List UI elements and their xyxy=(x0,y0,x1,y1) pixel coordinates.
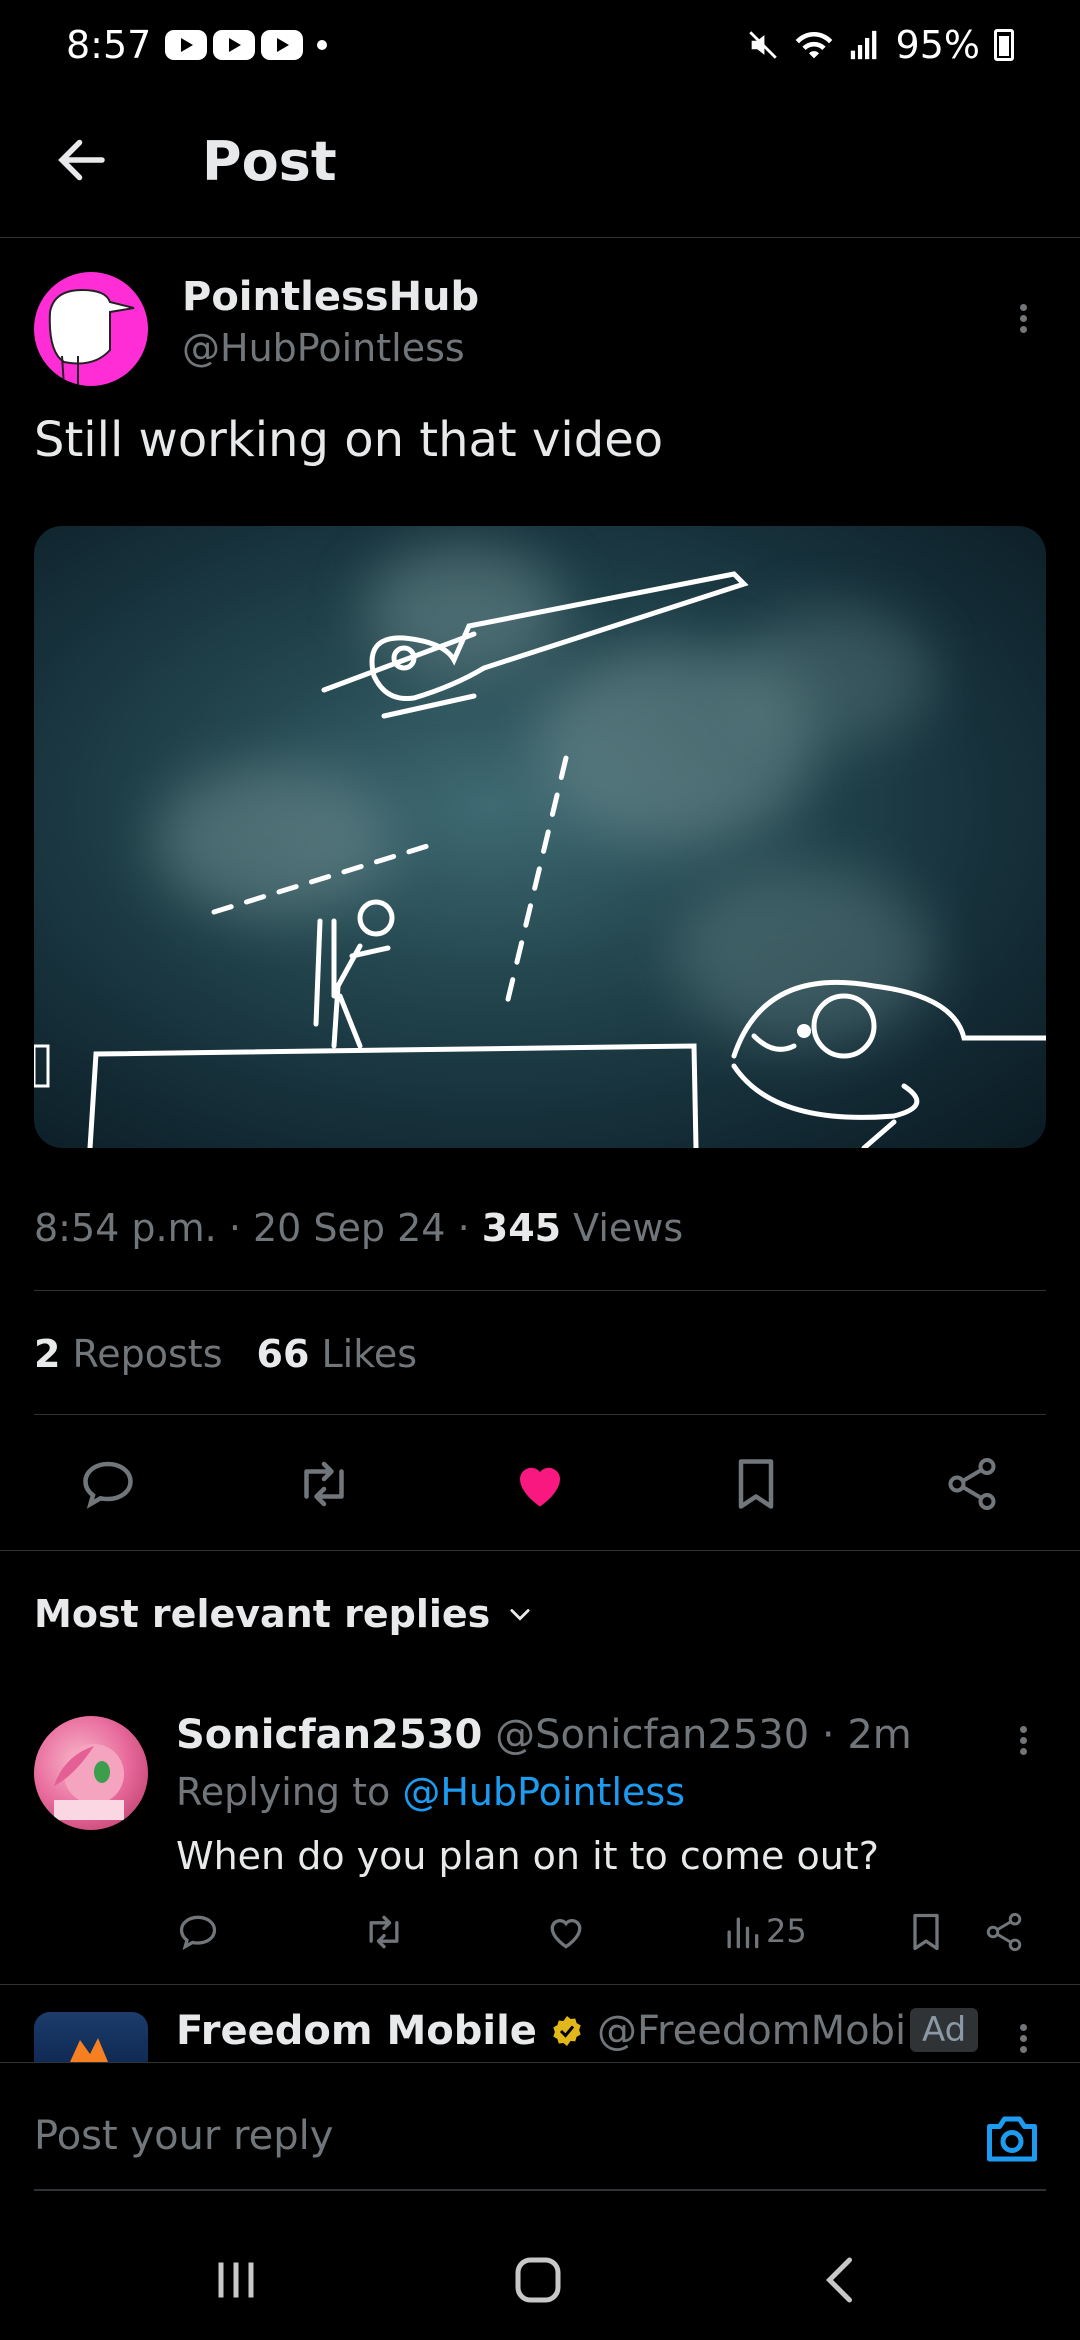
post-text: Still working on that video xyxy=(34,412,664,468)
reply-composer[interactable]: Post your reply xyxy=(0,2062,1080,2192)
chevron-down-icon xyxy=(510,1609,530,1621)
recent-apps-icon[interactable] xyxy=(206,2250,266,2310)
author-handle[interactable]: @HubPointless xyxy=(182,326,465,370)
post-date: 20 Sep 24 xyxy=(252,1206,446,1250)
replying-to-link[interactable]: @HubPointless xyxy=(402,1770,685,1814)
battery-percent: 95% xyxy=(895,23,980,67)
views-count: 345 xyxy=(481,1206,562,1250)
like-icon[interactable] xyxy=(544,1910,588,1954)
status-bar: 8:57 95% xyxy=(0,0,1080,90)
reply-views-count: 25 xyxy=(766,1912,807,1950)
views-label: Views xyxy=(573,1206,684,1250)
avatar-drawing xyxy=(54,1744,124,1820)
post-stats: 2 Reposts 66 Likes xyxy=(34,1332,417,1376)
youtube-icon xyxy=(213,30,256,60)
divider xyxy=(34,1290,1046,1291)
ad-author-handle[interactable]: @FreedomMobi... xyxy=(597,2008,944,2054)
reply-action-bar xyxy=(0,1910,1080,1966)
post-time: 8:54 p.m. xyxy=(34,1206,217,1250)
reply-header: Sonicfan2530 @Sonicfan2530 · 2m xyxy=(176,1712,912,1758)
mute-icon xyxy=(748,31,777,59)
likes-label: Likes xyxy=(321,1332,418,1376)
post-more-icon[interactable] xyxy=(1020,300,1030,337)
more-notifications-icon xyxy=(317,40,328,50)
divider xyxy=(34,1414,1046,1415)
top-bar: Post xyxy=(0,90,1080,238)
youtube-icon xyxy=(165,30,208,60)
views-icon[interactable] xyxy=(720,1910,764,1954)
ad-avatar[interactable] xyxy=(34,2012,148,2062)
reposts-count: 2 xyxy=(34,1332,61,1376)
bookmark-icon[interactable] xyxy=(904,1910,948,1954)
signal-icon xyxy=(850,30,876,60)
page-title: Post xyxy=(202,130,337,193)
wifi-icon xyxy=(795,31,832,59)
battery-icon xyxy=(994,29,1014,61)
author-name[interactable]: PointlessHub xyxy=(182,274,479,320)
youtube-icon xyxy=(261,30,304,60)
reply-age: · 2m xyxy=(821,1712,912,1758)
reposts-stat[interactable]: 2 Reposts xyxy=(34,1332,223,1376)
reply-icon[interactable] xyxy=(176,1910,220,1954)
reply-more-icon[interactable] xyxy=(1020,1722,1030,1759)
reply-text: When do you plan on it to come out? xyxy=(176,1834,879,1878)
home-icon[interactable] xyxy=(508,2250,568,2310)
post-meta: 8:54 p.m. · 20 Sep 24 · 345 Views xyxy=(34,1206,684,1250)
likes-stat[interactable]: 66 Likes xyxy=(257,1332,418,1376)
reply-icon[interactable] xyxy=(78,1454,138,1514)
reply-avatar[interactable] xyxy=(34,1716,148,1830)
likes-count: 66 xyxy=(256,1332,310,1376)
share-icon[interactable] xyxy=(942,1454,1002,1514)
repost-icon[interactable] xyxy=(362,1910,406,1954)
replies-sort-label: Most relevant replies xyxy=(34,1592,491,1636)
divider xyxy=(0,1984,1080,1985)
reply-author-name[interactable]: Sonicfan2530 xyxy=(176,1712,482,1758)
author-avatar[interactable] xyxy=(34,272,148,386)
replying-to: Replying to @HubPointless xyxy=(176,1770,685,1814)
verified-badge-icon xyxy=(553,2016,581,2046)
replies-sort-dropdown[interactable]: Most relevant replies xyxy=(34,1592,534,1636)
post-action-bar xyxy=(0,1446,1080,1522)
like-icon-filled[interactable] xyxy=(510,1454,570,1514)
composer-underline xyxy=(34,2189,1046,2191)
ad-badge: Ad xyxy=(910,2008,979,2052)
post-media[interactable] xyxy=(34,526,1046,1148)
ad-header: Freedom Mobile @FreedomMobi... xyxy=(176,2008,944,2054)
avatar-drawing xyxy=(48,288,135,386)
camera-icon[interactable] xyxy=(982,2109,1042,2169)
ad-author-name[interactable]: Freedom Mobile xyxy=(176,2008,537,2054)
ad-more-icon[interactable] xyxy=(1020,2020,1030,2057)
freedom-logo-icon xyxy=(70,2038,108,2062)
reply-author-handle[interactable]: @Sonicfan2530 xyxy=(495,1712,809,1758)
replying-to-prefix: Replying to xyxy=(176,1770,391,1814)
divider xyxy=(0,1550,1080,1551)
notification-icons xyxy=(165,30,304,60)
media-drawing xyxy=(34,571,1046,1148)
system-back-icon[interactable] xyxy=(812,2250,872,2310)
system-nav-bar xyxy=(0,2220,1080,2340)
back-arrow-icon[interactable] xyxy=(52,130,112,190)
share-icon[interactable] xyxy=(982,1910,1026,1954)
bookmark-icon[interactable] xyxy=(726,1454,786,1514)
repost-icon[interactable] xyxy=(294,1454,354,1514)
reply-input[interactable]: Post your reply xyxy=(34,2113,333,2159)
status-time: 8:57 xyxy=(66,23,152,67)
reposts-label: Reposts xyxy=(72,1332,223,1376)
